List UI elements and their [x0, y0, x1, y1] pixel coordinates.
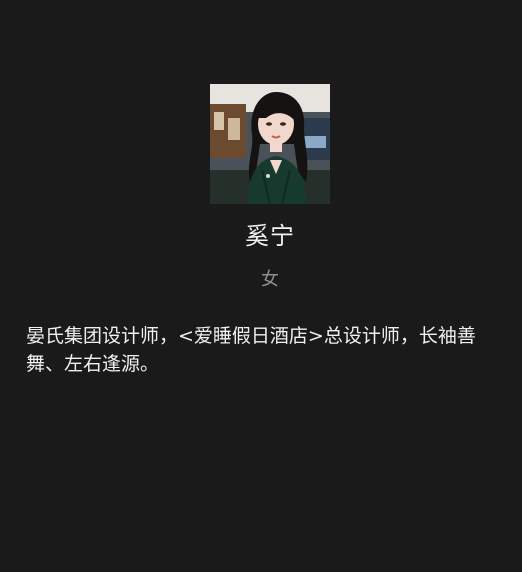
profile-name: 奚宁	[245, 222, 295, 250]
profile-bio: 晏氏集团设计师，<爱睡假日酒店>总设计师，长袖善舞、左右逢源。	[26, 325, 476, 375]
character-profile-card: 奚宁 女 晏氏集团设计师，<爱睡假日酒店>总设计师，长袖善舞、左右逢源。	[0, 0, 522, 572]
portrait-icon	[210, 84, 330, 204]
avatar	[210, 84, 330, 204]
profile-gender: 女	[261, 269, 279, 290]
